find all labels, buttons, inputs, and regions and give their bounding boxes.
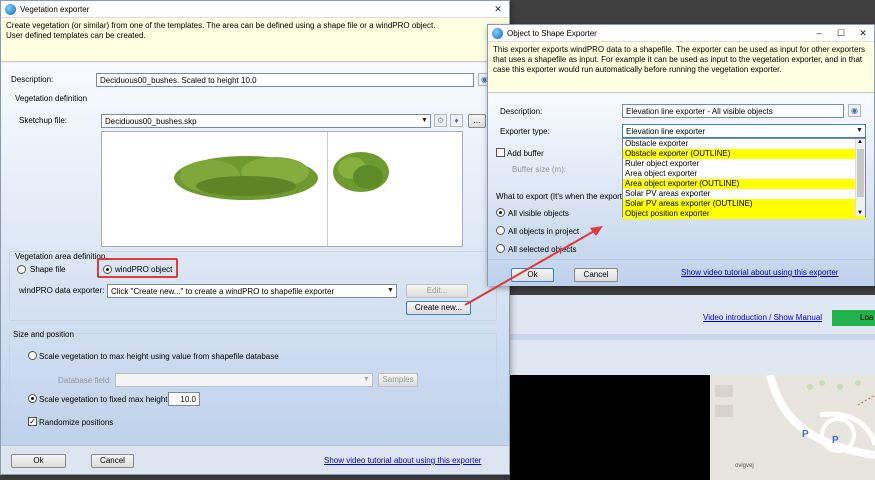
close-icon[interactable]: ✕ — [852, 28, 874, 39]
bulb-icon[interactable]: ♦ — [450, 114, 463, 127]
object-video-tutorial-link[interactable]: Show video tutorial about using this exp… — [681, 268, 838, 277]
shape-file-label: Shape file — [30, 265, 66, 274]
object-titlebar[interactable]: Object to Shape Exporter – ☐ ✕ — [488, 25, 874, 42]
dropdown-scrollbar[interactable]: ▲ ▼ — [855, 139, 865, 216]
minimize-icon[interactable]: – — [808, 28, 830, 38]
dropdown-item[interactable]: Obstacle exporter — [623, 139, 865, 149]
all-selected-radio[interactable] — [496, 244, 505, 253]
windpro-app-icon — [492, 27, 503, 39]
dropdown-item[interactable]: Area object exporter (OUTLINE) — [623, 179, 865, 189]
add-buffer-checkbox[interactable] — [496, 148, 505, 157]
object-window-title: Object to Shape Exporter — [507, 28, 597, 38]
sketchup-file-select[interactable]: Deciduous00_bushes.skp ▼ — [101, 114, 431, 128]
sketchup-file-value: Deciduous00_bushes.skp — [105, 117, 197, 126]
create-new-button[interactable]: Create new... — [406, 301, 471, 315]
background-black-area — [510, 375, 710, 480]
dropdown-item[interactable]: Object position exporter — [623, 209, 865, 219]
object-description-field[interactable]: Elevation line exporter - All visible ob… — [622, 104, 844, 118]
vegetation-titlebar[interactable]: Vegetation exporter ✕ — [1, 1, 509, 18]
dropdown-item[interactable]: Area object exporter — [623, 169, 865, 179]
object-description-label: Description: — [500, 107, 543, 116]
maximize-icon[interactable]: ☐ — [830, 28, 852, 39]
object-ok-button[interactable]: Ok — [511, 268, 554, 282]
map-road-label: ovigvej — [735, 463, 754, 469]
scroll-down-icon[interactable]: ▼ — [857, 210, 863, 216]
shape-file-radio[interactable] — [17, 265, 26, 274]
all-visible-radio[interactable] — [496, 208, 505, 217]
scroll-up-icon[interactable]: ▲ — [857, 139, 863, 145]
scale-db-label: Scale vegetation to max height using val… — [39, 352, 279, 361]
close-icon[interactable]: ✕ — [487, 4, 509, 15]
chevron-down-icon: ▼ — [363, 376, 370, 383]
dropdown-item[interactable]: Obstacle exporter (OUTLINE) — [623, 149, 865, 159]
svg-text:P: P — [832, 435, 839, 446]
sketchup-file-label: Sketchup file: — [19, 116, 68, 125]
windpro-object-radio[interactable] — [103, 265, 112, 274]
all-in-project-label: All objects in project — [508, 227, 580, 236]
vegetation-exporter-window: Vegetation exporter ✕ Create vegetation … — [0, 0, 510, 475]
object-footer-divider — [488, 259, 874, 260]
randomize-label: Randomize positions — [39, 418, 114, 427]
scale-db-radio[interactable] — [28, 351, 37, 360]
fixed-height-field[interactable]: 10.0 — [168, 392, 200, 406]
data-exporter-label: windPRO data exporter: — [19, 286, 105, 295]
chevron-down-icon: ▼ — [856, 127, 863, 134]
exporter-type-label: Exporter type: — [500, 127, 550, 136]
samples-button[interactable]: Samples — [378, 373, 418, 387]
dropdown-item[interactable]: Ruler object exporter — [623, 159, 865, 169]
object-to-shape-window: Object to Shape Exporter – ☐ ✕ This expo… — [487, 24, 875, 286]
background-toolbar-strip — [510, 334, 875, 340]
randomize-checkbox[interactable]: ✓ — [28, 417, 37, 426]
scale-fixed-label: Scale vegetation to fixed max height — [39, 395, 168, 404]
database-field-label: Database field: — [58, 376, 112, 385]
background-video-link[interactable]: Video introduction / Show Manual — [703, 313, 822, 322]
scroll-thumb[interactable] — [857, 149, 864, 197]
scale-fixed-radio[interactable] — [28, 394, 37, 403]
object-info-text: This exporter exports windPRO data to a … — [488, 42, 874, 93]
ok-button[interactable]: Ok — [11, 454, 66, 468]
background-load-button[interactable]: Loa — [832, 310, 875, 326]
vegetation-preview — [101, 131, 463, 247]
database-field-select[interactable]: ▼ — [115, 373, 373, 387]
bushes-image — [174, 156, 318, 200]
buffer-size-label: Buffer size (m): — [512, 165, 567, 174]
size-position-title: Size and position — [13, 330, 74, 339]
vegetation-window-title: Vegetation exporter — [20, 4, 90, 14]
bush-single-image — [333, 152, 389, 192]
all-in-project-radio[interactable] — [496, 226, 505, 235]
exporter-type-value: Elevation line exporter — [626, 127, 706, 136]
edit-button[interactable]: Edit... — [406, 284, 468, 298]
eye-icon[interactable]: ◉ — [848, 104, 861, 117]
vegetation-definition-title: Vegetation definition — [15, 94, 88, 103]
cancel-button[interactable]: Cancel — [91, 454, 134, 468]
data-exporter-select[interactable]: Click "Create new..." to create a windPR… — [107, 284, 397, 298]
object-cancel-button[interactable]: Cancel — [574, 268, 618, 282]
browse-button[interactable]: ... — [468, 114, 486, 128]
vegetation-info-text: Create vegetation (or similar) from one … — [1, 18, 509, 62]
gear-icon[interactable]: ⚙ — [434, 114, 447, 127]
chevron-down-icon: ▼ — [421, 117, 428, 124]
area-definition-title: Vegetation area definition — [15, 252, 106, 261]
what-to-export-label: What to export (It's when the export — [496, 192, 623, 201]
all-selected-label: All selected objects — [508, 245, 577, 254]
all-visible-label: All visible objects — [508, 209, 569, 218]
chevron-down-icon: ▼ — [387, 287, 394, 294]
add-buffer-label: Add buffer — [507, 149, 544, 158]
exporter-type-select[interactable]: Elevation line exporter ▼ — [622, 124, 866, 138]
vegetation-description-field[interactable]: Deciduous00_bushes. Scaled to height 10.… — [96, 73, 474, 87]
svg-text:P: P — [802, 429, 809, 440]
exporter-type-dropdown-list[interactable]: Obstacle exporter Obstacle exporter (OUTL… — [622, 138, 866, 219]
preview-divider — [327, 132, 328, 246]
dropdown-items: Obstacle exporter Obstacle exporter (OUTL… — [623, 139, 865, 219]
vegetation-description-label: Description: — [11, 75, 54, 84]
video-tutorial-link[interactable]: Show video tutorial about using this exp… — [324, 456, 481, 465]
windpro-object-label: windPRO object — [115, 265, 173, 274]
data-exporter-value: Click "Create new..." to create a windPR… — [111, 287, 335, 296]
windpro-app-icon — [5, 3, 16, 15]
dropdown-item[interactable]: Solar PV areas exporter (OUTLINE) — [623, 199, 865, 209]
dropdown-item[interactable]: Solar PV areas exporter — [623, 189, 865, 199]
